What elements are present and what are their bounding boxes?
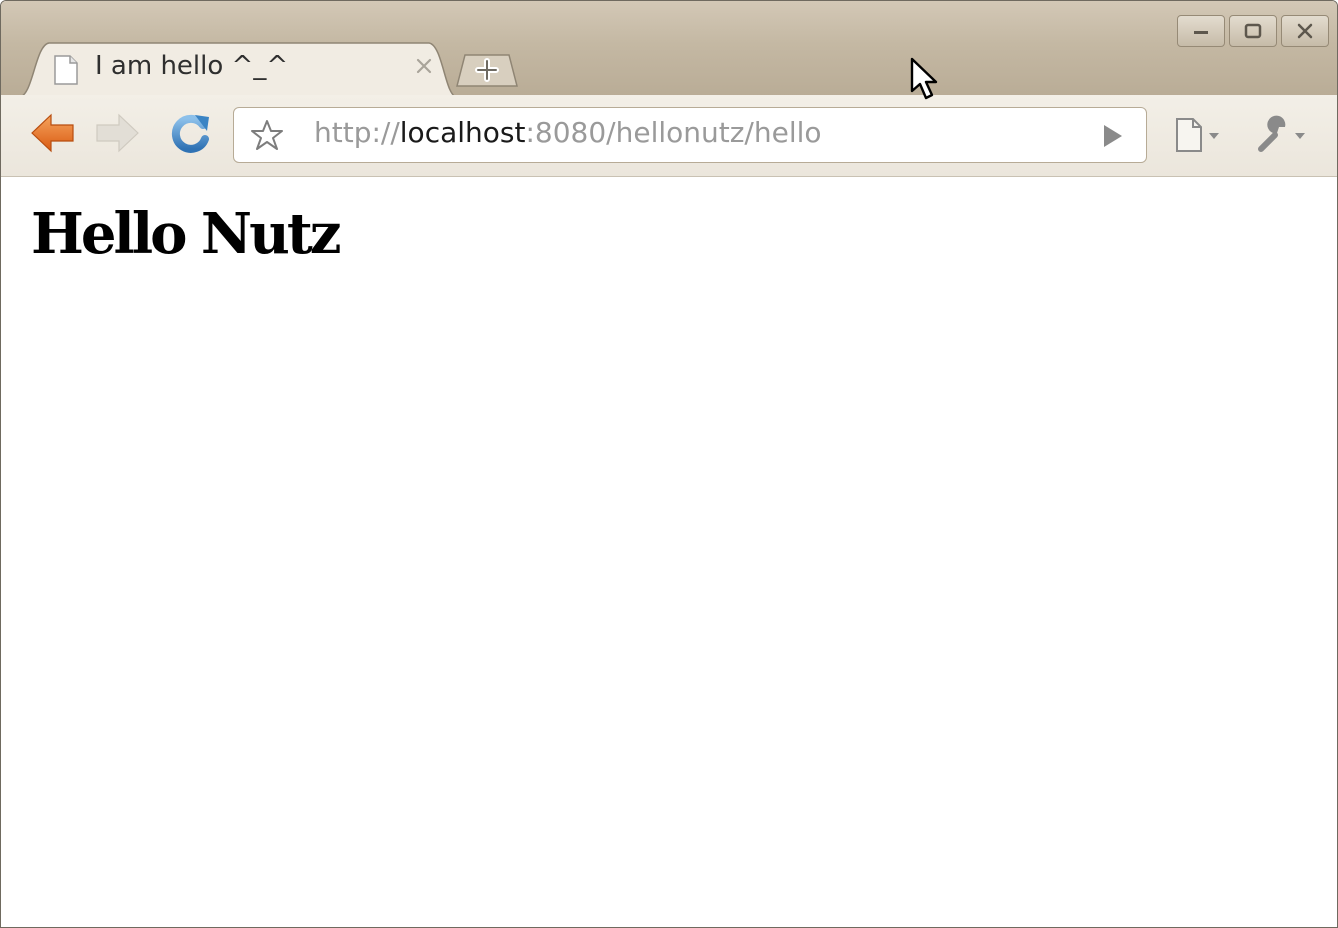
page-heading: Hello Nutz bbox=[31, 201, 342, 267]
page-content: Hello Nutz bbox=[1, 177, 1337, 927]
minimize-button[interactable] bbox=[1177, 15, 1225, 47]
close-icon[interactable] bbox=[413, 55, 435, 77]
mouse-pointer-icon bbox=[910, 57, 938, 100]
minimize-icon bbox=[1194, 31, 1208, 34]
wrench-icon[interactable] bbox=[1255, 115, 1315, 155]
address-bar[interactable]: http://localhost:8080/hellonutz/hello bbox=[233, 107, 1147, 163]
page-menu-icon[interactable] bbox=[1173, 115, 1229, 155]
browser-window: I am hello ^_^ http://localhost:8080/hel… bbox=[0, 0, 1338, 928]
close-window-button[interactable] bbox=[1281, 15, 1329, 47]
title-bar: I am hello ^_^ bbox=[1, 1, 1337, 97]
maximize-icon bbox=[1244, 23, 1262, 39]
navigation-toolbar: http://localhost:8080/hellonutz/hello bbox=[1, 95, 1337, 177]
back-arrow-icon[interactable] bbox=[29, 111, 77, 155]
tab-title: I am hello ^_^ bbox=[95, 51, 289, 81]
url-text: http://localhost:8080/hellonutz/hello bbox=[314, 116, 822, 149]
chevron-down-icon bbox=[1209, 133, 1219, 139]
maximize-button[interactable] bbox=[1229, 15, 1277, 47]
url-scheme: http:// bbox=[314, 116, 400, 149]
window-controls bbox=[1177, 15, 1329, 47]
reload-icon[interactable] bbox=[167, 111, 215, 155]
forward-arrow-icon[interactable] bbox=[93, 111, 141, 155]
close-window-icon bbox=[1297, 23, 1313, 39]
document-icon bbox=[54, 55, 78, 85]
new-tab-button[interactable] bbox=[455, 53, 519, 87]
go-arrow-icon[interactable] bbox=[1102, 123, 1124, 149]
url-path: :8080/hellonutz/hello bbox=[525, 116, 822, 149]
star-icon[interactable] bbox=[250, 118, 284, 152]
url-host: localhost bbox=[399, 116, 526, 149]
chevron-down-icon bbox=[1295, 133, 1305, 139]
tab-active[interactable]: I am hello ^_^ bbox=[19, 41, 457, 97]
